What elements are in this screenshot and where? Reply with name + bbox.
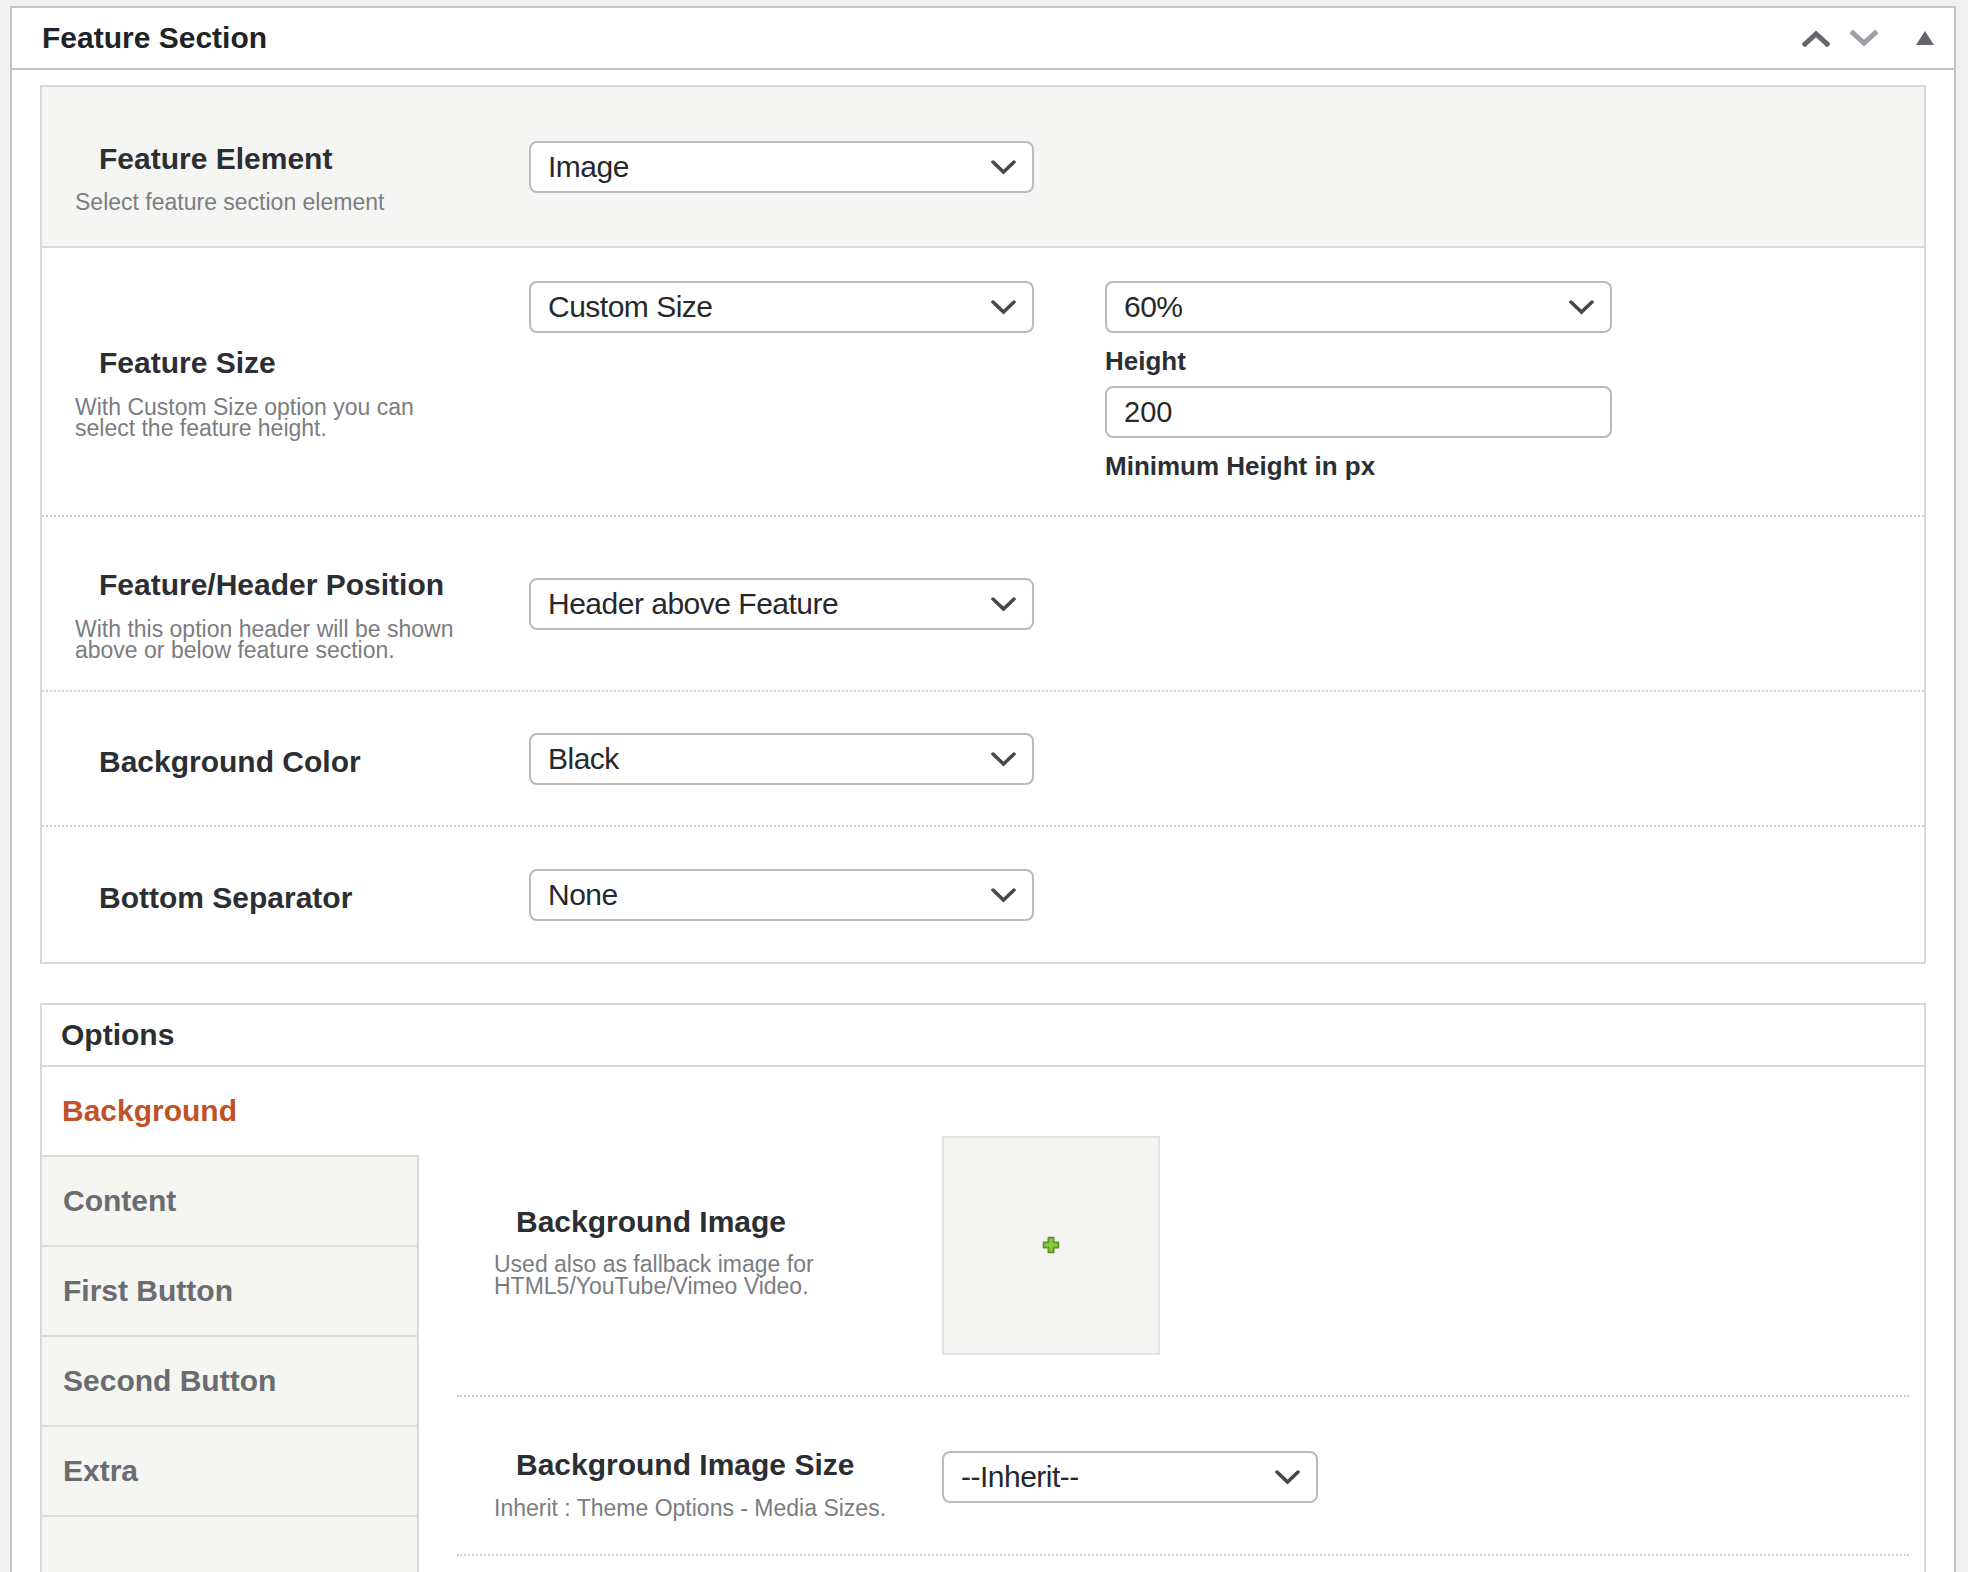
position-field-col: Header above Feature xyxy=(494,578,1924,630)
feature-element-label: Feature Element xyxy=(99,142,494,177)
move-up-icon[interactable] xyxy=(1802,30,1830,47)
bottom-separator-label: Bottom Separator xyxy=(99,881,494,916)
chevron-down-icon xyxy=(991,160,1016,175)
collapse-toggle-icon[interactable] xyxy=(1916,31,1934,45)
bottom-separator-row: Bottom Separator None xyxy=(42,825,1924,962)
options-body: Background Content First Button Second B… xyxy=(42,1067,1924,1572)
options-box: Options Background Content First Button … xyxy=(40,1003,1926,1572)
feature-header-position-row: Feature/Header Position With this option… xyxy=(42,515,1924,690)
background-color-select[interactable]: Black xyxy=(529,733,1034,785)
feature-height-group: 60% Height 200 Minimum Height in px xyxy=(1105,281,1612,482)
background-color-field-col: Black xyxy=(494,733,1924,785)
tab-partial xyxy=(42,1517,417,1572)
options-nav: Background Content First Button Second B… xyxy=(42,1067,419,1572)
position-select[interactable]: Header above Feature xyxy=(529,578,1034,630)
feature-section-panel: Feature Section Feature Element Select f… xyxy=(10,6,1956,1572)
feature-size-select[interactable]: Custom Size xyxy=(529,281,1034,333)
add-image-icon xyxy=(1042,1236,1060,1254)
move-down-icon[interactable] xyxy=(1850,30,1878,47)
position-label: Feature/Header Position xyxy=(99,568,494,603)
background-color-label: Background Color xyxy=(99,745,494,780)
background-color-title-col: Background Color xyxy=(42,737,494,780)
tab-background[interactable]: Background xyxy=(42,1067,419,1155)
feature-element-desc: Select feature section element xyxy=(75,192,494,213)
background-image-desc: Used also as fallback image forHTML5/You… xyxy=(494,1253,942,1297)
background-color-row: Background Color Black xyxy=(42,690,1924,825)
tab-first-button[interactable]: First Button xyxy=(42,1247,417,1337)
panel-header: Feature Section xyxy=(12,8,1954,70)
background-image-title-col: Background Image Used also as fallback i… xyxy=(419,1205,942,1298)
tab-content[interactable]: Content xyxy=(42,1157,417,1247)
feature-size-row: Feature Size With Custom Size option you… xyxy=(42,248,1924,515)
background-image-size-desc: Inherit : Theme Options - Media Sizes. xyxy=(494,1497,942,1519)
feature-height-percent-select[interactable]: 60% xyxy=(1105,281,1612,333)
background-image-row: Background Image Used also as fallback i… xyxy=(419,1067,1924,1397)
min-height-label: Minimum Height in px xyxy=(1105,451,1612,482)
feature-section-page: Feature Section Feature Element Select f… xyxy=(0,0,1968,1572)
panel-body: Feature Element Select feature section e… xyxy=(12,70,1954,1572)
header-icons xyxy=(1802,30,1934,47)
height-label: Height xyxy=(1105,346,1612,377)
feature-element-row: Feature Element Select feature section e… xyxy=(42,87,1924,248)
bottom-separator-select[interactable]: None xyxy=(529,869,1034,921)
feature-element-select[interactable]: Image xyxy=(529,141,1034,193)
chevron-down-icon xyxy=(991,300,1016,315)
feature-size-title-col: Feature Size With Custom Size option you… xyxy=(42,324,494,439)
background-image-size-row: Background Image Size Inherit : Theme Op… xyxy=(419,1397,1924,1556)
panel-title: Feature Section xyxy=(42,21,267,55)
background-image-size-label: Background Image Size xyxy=(516,1448,942,1483)
chevron-down-icon xyxy=(1275,1470,1300,1485)
feature-size-field-col: Custom Size 60% Height 200 Minimum Heigh… xyxy=(494,281,1924,482)
options-header: Options xyxy=(42,1005,1924,1067)
chevron-down-icon xyxy=(1569,300,1594,315)
tab-extra[interactable]: Extra xyxy=(42,1427,417,1517)
feature-element-field-col: Image xyxy=(494,141,1924,193)
feature-size-desc: With Custom Size option you canselect th… xyxy=(75,397,494,439)
background-image-label: Background Image xyxy=(516,1205,942,1240)
bottom-separator-title-col: Bottom Separator xyxy=(42,873,494,916)
settings-form: Feature Element Select feature section e… xyxy=(40,85,1926,964)
bottom-separator-field-col: None xyxy=(494,869,1924,921)
chevron-down-icon xyxy=(991,597,1016,612)
background-image-upload[interactable] xyxy=(942,1136,1160,1355)
options-tab-list: Content First Button Second Button Extra xyxy=(42,1155,419,1572)
tab-second-button[interactable]: Second Button xyxy=(42,1337,417,1427)
chevron-down-icon xyxy=(991,752,1016,767)
min-height-input[interactable]: 200 xyxy=(1105,386,1612,438)
position-desc: With this option header will be shownabo… xyxy=(75,619,494,661)
position-title-col: Feature/Header Position With this option… xyxy=(42,546,494,661)
feature-size-label: Feature Size xyxy=(99,346,494,381)
options-content: Background Image Used also as fallback i… xyxy=(419,1067,1924,1572)
background-image-size-title-col: Background Image Size Inherit : Theme Op… xyxy=(419,1448,942,1519)
background-image-size-select[interactable]: --Inherit-- xyxy=(942,1451,1318,1503)
chevron-down-icon xyxy=(991,888,1016,903)
feature-element-title-col: Feature Element Select feature section e… xyxy=(42,120,494,214)
